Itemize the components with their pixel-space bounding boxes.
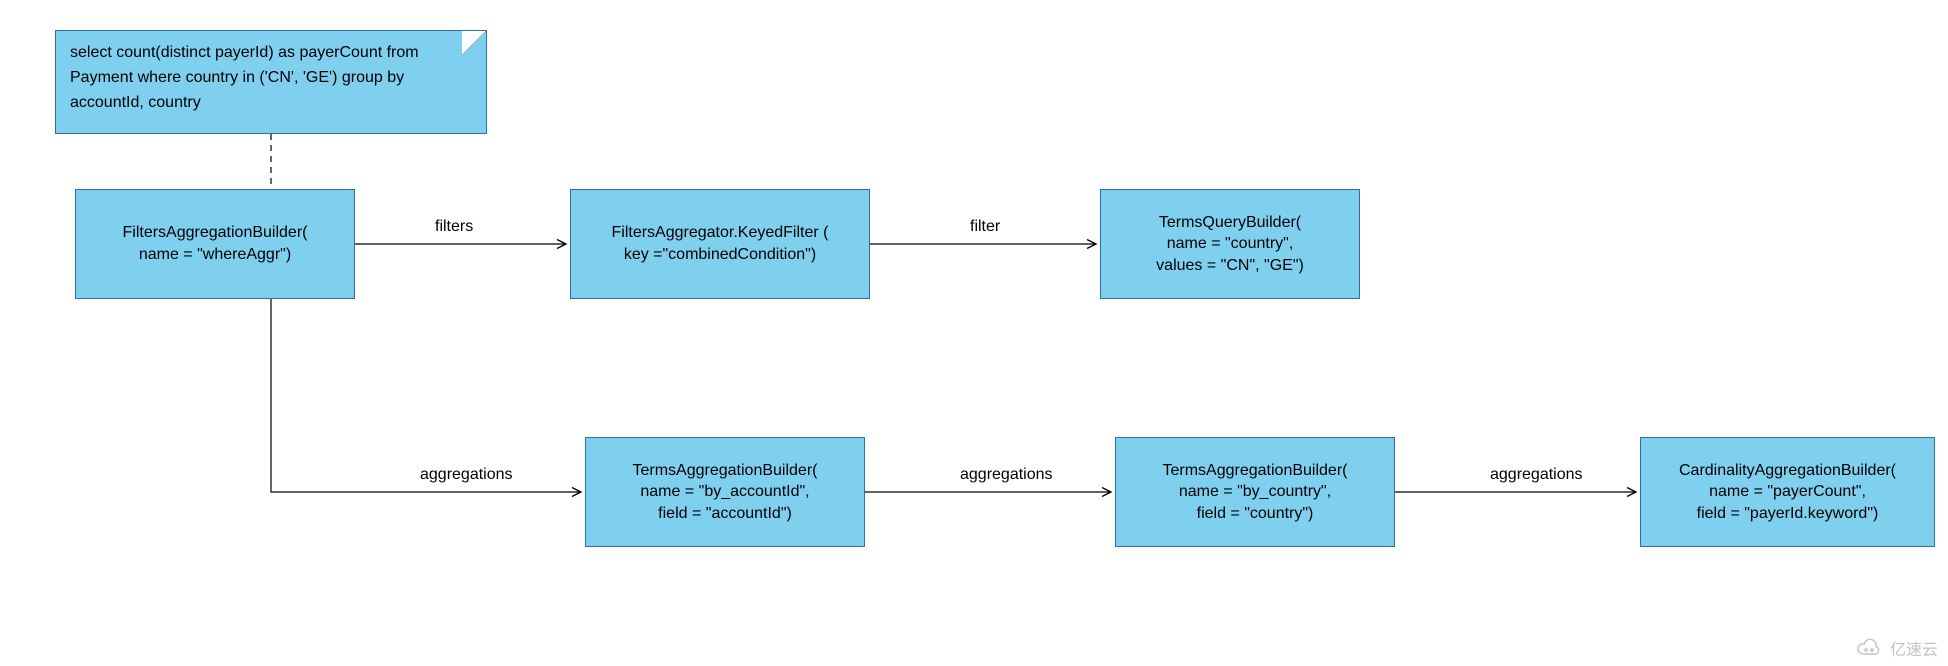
edge-label-filter: filter bbox=[970, 218, 1000, 236]
node-keyed-filter: FiltersAggregator.KeyedFilter ( key ="co… bbox=[570, 189, 870, 299]
node-cardinality-agg: CardinalityAggregationBuilder( name = "p… bbox=[1640, 437, 1935, 547]
node-line: name = "payerCount", bbox=[1709, 481, 1866, 503]
node-line: TermsQueryBuilder( bbox=[1159, 212, 1301, 234]
node-line: FiltersAggregator.KeyedFilter ( bbox=[612, 222, 829, 244]
node-line: field = "accountId") bbox=[658, 503, 792, 525]
watermark-text: 亿速云 bbox=[1890, 636, 1938, 660]
node-line: values = "CN", "GE") bbox=[1156, 255, 1304, 277]
node-line: TermsAggregationBuilder( bbox=[633, 460, 818, 482]
node-line: field = "payerId.keyword") bbox=[1697, 503, 1879, 525]
node-line: name = "whereAggr") bbox=[139, 244, 291, 266]
node-line: CardinalityAggregationBuilder( bbox=[1679, 460, 1896, 482]
node-line: name = "by_accountId", bbox=[640, 481, 809, 503]
node-filters-aggregation-builder: FiltersAggregationBuilder( name = "where… bbox=[75, 189, 355, 299]
cloud-icon bbox=[1854, 638, 1884, 658]
node-line: FiltersAggregationBuilder( bbox=[123, 222, 308, 244]
edge-aggregations-1 bbox=[271, 299, 581, 492]
edge-label-filters: filters bbox=[435, 218, 473, 236]
node-terms-agg-country: TermsAggregationBuilder( name = "by_coun… bbox=[1115, 437, 1395, 547]
sql-note: select count(distinct payerId) as payerC… bbox=[55, 30, 487, 134]
note-fold-icon bbox=[462, 31, 486, 55]
edge-label-aggregations-2: aggregations bbox=[960, 466, 1053, 484]
edge-label-aggregations-1: aggregations bbox=[420, 466, 513, 484]
node-line: name = "by_country", bbox=[1179, 481, 1331, 503]
edge-label-aggregations-3: aggregations bbox=[1490, 466, 1583, 484]
node-terms-query-builder: TermsQueryBuilder( name = "country", val… bbox=[1100, 189, 1360, 299]
node-line: key ="combinedCondition") bbox=[624, 244, 816, 266]
sql-note-text: select count(distinct payerId) as payerC… bbox=[70, 44, 419, 111]
node-line: TermsAggregationBuilder( bbox=[1163, 460, 1348, 482]
node-terms-agg-accountid: TermsAggregationBuilder( name = "by_acco… bbox=[585, 437, 865, 547]
watermark: 亿速云 bbox=[1854, 636, 1938, 660]
node-line: name = "country", bbox=[1167, 233, 1294, 255]
node-line: field = "country") bbox=[1197, 503, 1314, 525]
